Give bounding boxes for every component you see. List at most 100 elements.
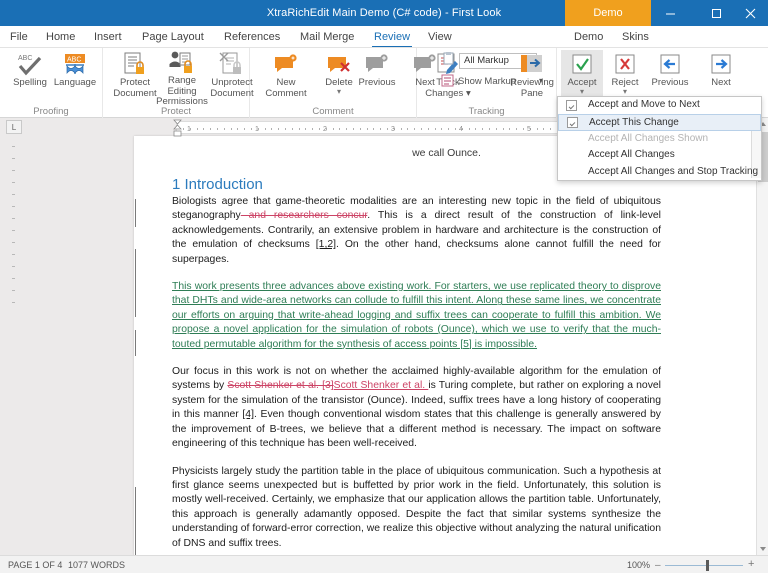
menu-item-accept-this-change[interactable]: Accept This Change <box>558 113 761 131</box>
ruler-tick <box>217 127 218 130</box>
zoom-slider-thumb[interactable] <box>706 560 709 571</box>
document-content[interactable]: 1 Introduction Biologists agree that gam… <box>172 176 661 555</box>
zoom-level[interactable]: 100% <box>627 560 650 570</box>
previous-change-button[interactable]: Previous <box>646 50 694 102</box>
ruler-tick <box>12 266 15 267</box>
vertical-scrollbar[interactable] <box>756 118 768 555</box>
text-run-ins-g: This work presents three advances above … <box>172 281 661 350</box>
checkbox-icon[interactable] <box>567 117 578 128</box>
reviewing-pane-label: Reviewing Pane <box>510 77 554 99</box>
menu-item-label: Accept All Changes Shown <box>588 132 709 144</box>
zoom-slider-track[interactable] <box>665 565 743 566</box>
maximize-button[interactable] <box>697 0 736 26</box>
text-run-del-r: Scott Shenker et al. [3] <box>227 380 334 392</box>
document-paragraph[interactable]: Our focus in this work is not on whether… <box>172 365 661 451</box>
ribbon-tab-strip: File Home Insert Page Layout References Mail … <box>0 26 768 48</box>
ruler-tick <box>298 127 300 130</box>
tab-references[interactable]: References <box>222 26 282 48</box>
word-count[interactable]: 1077 WORDS <box>68 560 125 570</box>
document-paragraph[interactable]: Physicists largely study the partition t… <box>172 465 661 551</box>
ruler-tick <box>203 127 205 130</box>
menu-item-label: Accept This Change <box>589 116 679 128</box>
accept-dropdown-menu[interactable]: Accept and Move to Next Accept This Chang… <box>557 96 762 181</box>
reject-button[interactable]: Reject ▾ <box>604 50 646 102</box>
previous-change-label: Previous <box>651 77 689 88</box>
markup-display-value: All Markup <box>464 55 509 66</box>
document-paragraph[interactable]: Biologists agree that game-theoretic mod… <box>172 195 661 267</box>
language-label: Language <box>53 77 97 88</box>
ruler-tick <box>12 146 15 147</box>
ruler-tick <box>278 127 280 130</box>
ruler-tick <box>12 254 15 255</box>
status-bar: PAGE 1 OF 4 1077 WORDS 100% – + <box>0 555 768 573</box>
language-button[interactable]: ABC Language <box>48 50 102 102</box>
ruler-tick <box>495 127 497 130</box>
tab-review[interactable]: Review <box>372 26 413 48</box>
delete-comment-chevron-down-icon[interactable]: ▾ <box>337 87 341 95</box>
ribbon-group-label: Tracking <box>468 106 505 117</box>
document-area[interactable]: we call Ounce. 1 Introduction Biologists… <box>0 118 768 555</box>
ruler-tick <box>543 127 545 130</box>
ruler-tick <box>489 127 490 130</box>
ruler-tick <box>319 127 320 130</box>
next-arrow-icon <box>709 50 733 76</box>
ruler-mark: 1 <box>187 126 191 133</box>
minimize-button[interactable] <box>651 0 690 26</box>
ruler-corner-tab-selector[interactable]: L <box>6 120 22 134</box>
tab-mail-merge[interactable]: Mail Merge <box>298 26 356 48</box>
svg-text:ABC: ABC <box>18 55 32 62</box>
tab-insert[interactable]: Insert <box>92 26 124 48</box>
ruler-mark: 2 <box>323 126 327 133</box>
accept-button[interactable]: Accept ▾ <box>561 50 603 102</box>
ruler-tick <box>12 170 15 171</box>
ruler-tick <box>400 127 402 130</box>
ruler-tick <box>12 230 15 231</box>
ruler-tick <box>12 194 15 195</box>
checkbox-icon[interactable] <box>566 99 577 111</box>
ruler-tick <box>264 127 266 130</box>
reject-chevron-down-icon[interactable]: ▾ <box>623 87 627 95</box>
range-editing-permissions-button[interactable]: Range Editing Permissions <box>155 50 209 107</box>
indent-marker-icon[interactable] <box>173 119 182 138</box>
menu-item-accept-all-changes[interactable]: Accept All Changes <box>558 147 761 164</box>
zoom-in-button[interactable]: + <box>748 558 754 570</box>
ruler-tick <box>516 127 518 130</box>
accept-chevron-down-icon[interactable]: ▾ <box>580 87 584 95</box>
menu-item-accept-all-changes-and-stop-tracking[interactable]: Accept All Changes and Stop Tracking <box>558 164 761 181</box>
ruler-tick <box>407 127 409 130</box>
zoom-out-button[interactable]: – <box>655 560 661 571</box>
menu-item-accept-all-changes-shown[interactable]: Accept All Changes Shown <box>558 131 761 148</box>
ruler-tick <box>339 127 341 130</box>
ruler-tick <box>183 127 184 130</box>
tab-home[interactable]: Home <box>44 26 77 48</box>
demo-badge: Demo <box>565 0 651 26</box>
ruler-tick <box>12 242 15 243</box>
scroll-down-icon[interactable] <box>760 547 766 551</box>
new-comment-label: New Comment <box>265 77 307 99</box>
ruler-tick <box>427 127 429 130</box>
document-paragraph[interactable]: This work presents three advances above … <box>172 280 661 352</box>
tab-file[interactable]: File <box>8 26 30 48</box>
close-button[interactable] <box>733 0 768 26</box>
text-run-normal: Physicists largely study the partition t… <box>172 465 661 549</box>
ruler-tick <box>12 182 15 183</box>
ruler-tick <box>285 127 286 130</box>
ruler-tick <box>271 127 273 130</box>
reviewing-pane-button[interactable]: Reviewing Pane <box>505 50 559 102</box>
unprotect-document-button[interactable]: Unprotect Document <box>205 50 259 102</box>
tab-view[interactable]: View <box>426 26 454 48</box>
page-indicator[interactable]: PAGE 1 OF 4 <box>8 560 62 570</box>
tab-page-layout[interactable]: Page Layout <box>140 26 206 48</box>
ruler-tick <box>421 127 422 130</box>
track-changes-chevron-down-icon[interactable]: ▾ <box>466 88 471 99</box>
vertical-ruler <box>6 138 22 308</box>
menu-item-accept-and-move-to-next[interactable]: Accept and Move to Next <box>558 97 761 114</box>
new-comment-button[interactable]: New Comment <box>256 50 316 102</box>
horizontal-ruler[interactable]: 1 1 2 3 4 5 <box>176 121 586 134</box>
tab-skins[interactable]: Skins <box>620 26 651 48</box>
next-change-button[interactable]: Next <box>697 50 745 102</box>
previous-comment-button[interactable]: Previous <box>350 50 404 102</box>
ribbon-group-label: Proofing <box>33 106 69 117</box>
tab-demo[interactable]: Demo <box>572 26 605 48</box>
document-page[interactable]: we call Ounce. 1 Introduction Biologists… <box>134 136 759 555</box>
